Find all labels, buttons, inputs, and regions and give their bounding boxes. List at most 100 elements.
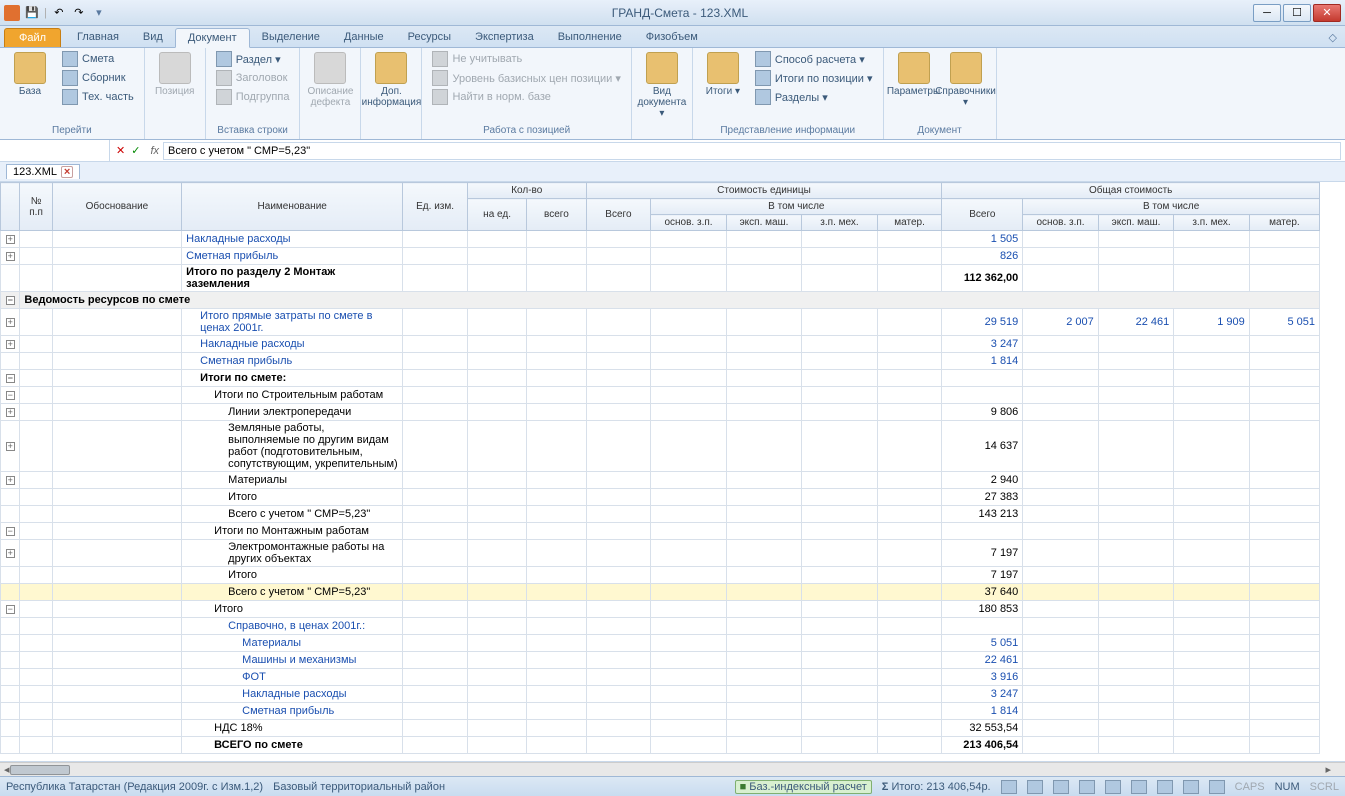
expand-toggle[interactable]: + [1, 404, 20, 421]
table-row[interactable]: −Ведомость ресурсов по смете [1, 292, 1320, 309]
col-naim[interactable]: Наименование [182, 183, 403, 231]
table-row[interactable]: +Сметная прибыль826 [1, 248, 1320, 265]
table-row[interactable]: −Итоги по Монтажным работам [1, 523, 1320, 540]
status-view9-icon[interactable] [1209, 780, 1225, 794]
ribbon-tab[interactable]: Документ [175, 28, 250, 48]
undo-icon[interactable]: ↶ [51, 5, 67, 21]
col-obsh[interactable]: Общая стоимость [942, 183, 1320, 199]
table-row[interactable]: НДС 18%32 553,54 [1, 720, 1320, 737]
table-row[interactable]: +Материалы2 940 [1, 472, 1320, 489]
horizontal-scrollbar[interactable]: ◂ ▸ [0, 762, 1345, 776]
fx-label[interactable]: fx [146, 145, 163, 157]
ribbon-tab[interactable]: Физобъем [634, 28, 710, 47]
col-obosn[interactable]: Обоснование [52, 183, 181, 231]
ribbon-tab[interactable]: Выполнение [546, 28, 634, 47]
ribbon-big-button[interactable]: Вид документа ▾ [638, 50, 686, 121]
grid-area[interactable]: № п.п Обоснование Наименование Ед. изм. … [0, 182, 1345, 762]
table-row[interactable]: Справочно, в ценах 2001г.: [1, 618, 1320, 635]
table-row[interactable]: Всего с учетом " СМР=5,23"37 640 [1, 584, 1320, 601]
expand-toggle[interactable]: + [1, 248, 20, 265]
table-row[interactable]: +Линии электропередачи9 806 [1, 404, 1320, 421]
table-row[interactable]: +Земляные работы, выполняемые по другим … [1, 421, 1320, 472]
ribbon-big-button[interactable]: База [6, 50, 54, 99]
table-row[interactable]: ФОТ3 916 [1, 669, 1320, 686]
ribbon-big-button[interactable]: Итоги ▾ [699, 50, 747, 99]
app-icon[interactable] [4, 5, 20, 21]
ribbon-small-button[interactable]: Смета [58, 50, 138, 68]
scroll-thumb[interactable] [10, 765, 70, 775]
table-row[interactable]: Сметная прибыль1 814 [1, 703, 1320, 720]
table-row[interactable]: Материалы5 051 [1, 635, 1320, 652]
col-kolvo[interactable]: Кол-во [467, 183, 586, 199]
ribbon-small-button[interactable]: Итоги по позиции ▾ [751, 69, 877, 87]
formula-input[interactable] [163, 142, 1341, 160]
name-box[interactable] [0, 140, 110, 161]
accept-edit-icon[interactable]: ✓ [131, 144, 140, 157]
expand-toggle[interactable]: − [1, 387, 20, 404]
expand-toggle[interactable]: + [1, 540, 20, 567]
qat-more-icon[interactable]: ▾ [91, 5, 107, 21]
col-ed[interactable]: Ед. изм. [403, 183, 468, 231]
sheet-close-icon[interactable]: × [61, 166, 73, 178]
table-row[interactable]: −Итого180 853 [1, 601, 1320, 618]
cancel-edit-icon[interactable]: ✕ [116, 144, 125, 157]
ribbon-small-button[interactable]: Способ расчета ▾ [751, 50, 877, 68]
expand-toggle[interactable]: + [1, 336, 20, 353]
table-row[interactable]: Сметная прибыль1 814 [1, 353, 1320, 370]
ribbon-tab[interactable]: Экспертиза [463, 28, 546, 47]
table-row[interactable]: +Электромонтажные работы на других объек… [1, 540, 1320, 567]
table-row[interactable]: −Итоги по Строительным работам [1, 387, 1320, 404]
ribbon-tab[interactable]: Главная [65, 28, 131, 47]
ribbon-big-button[interactable]: Доп. информация [367, 50, 415, 110]
file-tab[interactable]: Файл [4, 28, 61, 47]
ribbon-small-button[interactable]: Сборник [58, 69, 138, 87]
expand-toggle[interactable]: − [1, 292, 20, 309]
maximize-button[interactable]: ☐ [1283, 4, 1311, 22]
status-view8-icon[interactable] [1183, 780, 1199, 794]
ribbon-tab[interactable]: Выделение [250, 28, 332, 47]
expand-toggle[interactable]: − [1, 370, 20, 387]
ribbon-collapse-icon[interactable]: ◇ [1321, 28, 1345, 47]
close-button[interactable]: ✕ [1313, 4, 1341, 22]
expand-toggle[interactable]: − [1, 523, 20, 540]
table-row[interactable]: Итого27 383 [1, 489, 1320, 506]
table-row[interactable]: Всего с учетом " СМР=5,23"143 213 [1, 506, 1320, 523]
ribbon-tab[interactable]: Данные [332, 28, 396, 47]
status-calc-mode[interactable]: ■ Баз.-индексный расчет [735, 780, 872, 794]
status-view2-icon[interactable] [1027, 780, 1043, 794]
ribbon-tab[interactable]: Ресурсы [396, 28, 463, 47]
expand-toggle[interactable]: + [1, 421, 20, 472]
save-icon[interactable]: 💾 [24, 5, 40, 21]
sheet-tab[interactable]: 123.XML × [6, 164, 80, 179]
status-view1-icon[interactable] [1001, 780, 1017, 794]
minimize-button[interactable]: ─ [1253, 4, 1281, 22]
ribbon-big-button[interactable]: Справочники ▾ [942, 50, 990, 110]
status-view4-icon[interactable] [1079, 780, 1095, 794]
cell-num [1174, 231, 1249, 248]
expand-toggle[interactable]: + [1, 231, 20, 248]
table-row[interactable]: Итого по разделу 2 Монтаж заземления112 … [1, 265, 1320, 292]
table-row[interactable]: Машины и механизмы22 461 [1, 652, 1320, 669]
col-no[interactable]: № п.п [20, 183, 52, 231]
ribbon-small-button[interactable]: Разделы ▾ [751, 88, 877, 106]
table-row[interactable]: −Итоги по смете: [1, 370, 1320, 387]
table-row[interactable]: +Итого прямые затраты по смете в ценах 2… [1, 309, 1320, 336]
ribbon-small-button[interactable]: Тех. часть [58, 88, 138, 106]
status-view7-icon[interactable] [1157, 780, 1173, 794]
expand-toggle[interactable]: + [1, 309, 20, 336]
ribbon-small-button[interactable]: Раздел ▾ [212, 50, 294, 68]
status-view5-icon[interactable] [1105, 780, 1121, 794]
expand-toggle[interactable]: + [1, 472, 20, 489]
table-row[interactable]: +Накладные расходы3 247 [1, 336, 1320, 353]
redo-icon[interactable]: ↷ [71, 5, 87, 21]
table-row[interactable]: ВСЕГО по смете213 406,54 [1, 737, 1320, 754]
ribbon-tab[interactable]: Вид [131, 28, 175, 47]
table-row[interactable]: Накладные расходы3 247 [1, 686, 1320, 703]
table-row[interactable]: Итого7 197 [1, 567, 1320, 584]
ribbon-big-button[interactable]: Параметры [890, 50, 938, 99]
status-view6-icon[interactable] [1131, 780, 1147, 794]
col-stoim-ed[interactable]: Стоимость единицы [586, 183, 942, 199]
table-row[interactable]: +Накладные расходы1 505 [1, 231, 1320, 248]
expand-toggle[interactable]: − [1, 601, 20, 618]
status-view3-icon[interactable] [1053, 780, 1069, 794]
